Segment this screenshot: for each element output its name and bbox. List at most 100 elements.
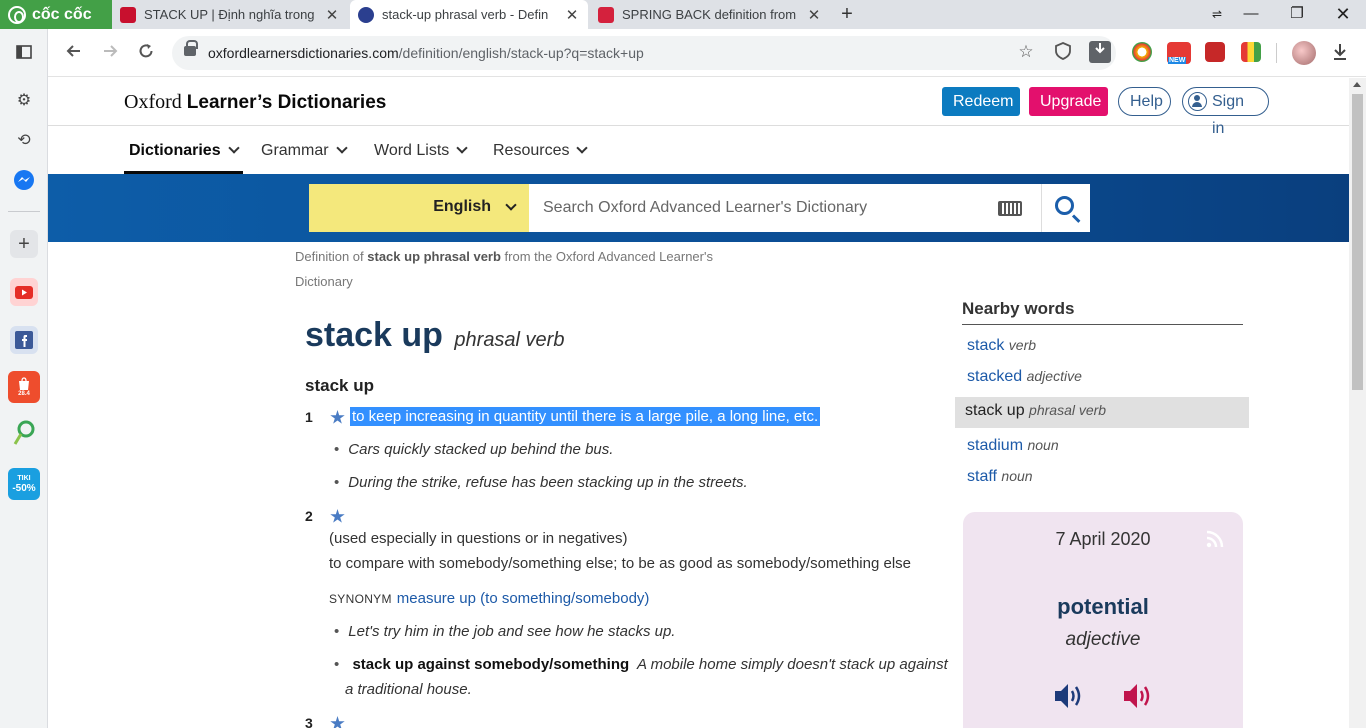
bookmark-star-icon[interactable]: ☆ [1016,42,1036,62]
oxford-3000-star-icon[interactable] [330,716,345,728]
downloads-icon[interactable] [1330,43,1350,63]
dictionary-search-input[interactable] [529,184,1041,232]
nearby-word: stacked [967,368,1023,385]
wotd-word[interactable]: potential [963,594,1243,620]
close-tab-icon[interactable]: ✕ [564,6,580,24]
rss-icon[interactable] [1206,530,1224,548]
youtube-icon[interactable] [10,278,38,306]
chevron-down-icon [576,142,589,154]
nav-resources[interactable]: Resources [488,127,591,174]
part-of-speech: phrasal verb [454,329,565,351]
chevron-down-icon [335,142,348,154]
word-of-the-day-card: 7 April 2020 potential adjective [963,512,1243,728]
minimize-button[interactable]: — [1228,0,1274,29]
add-shortcut-icon[interactable]: + [10,230,38,258]
close-tab-icon[interactable]: ✕ [806,6,822,24]
tab-stack-up-vi[interactable]: STACK UP | Định nghĩa trong ✕ [112,0,348,29]
synonym-label: SYNONYM [329,592,392,606]
nearby-item[interactable]: stacked adjective [967,368,1082,386]
nearby-item[interactable]: stadium noun [967,437,1059,455]
cambridge-favicon-icon [120,6,136,23]
nearby-words-heading: Nearby words [962,299,1243,325]
search-icon [1055,196,1074,215]
facebook-icon[interactable] [10,326,38,354]
forward-button[interactable] [96,39,124,67]
chrome-extension-icon[interactable] [1132,42,1152,62]
profile-avatar[interactable] [1292,41,1316,65]
keyboard-icon[interactable] [998,201,1022,216]
scrollbar-thumb[interactable] [1352,94,1363,390]
tab-spring-back[interactable]: SPRING BACK definition from ✕ [590,0,830,29]
back-button[interactable] [60,39,88,67]
settings-icon[interactable]: ⚙ [10,86,38,114]
sense-number: 2 [305,508,313,524]
page-scrollbar[interactable] [1349,78,1366,728]
site-logo[interactable]: Oxford Learner’s Dictionaries [124,91,386,114]
oxford-favicon-icon [358,6,374,23]
red-extension-icon[interactable] [1205,42,1225,62]
us-pronunciation-speaker-icon[interactable] [1121,680,1153,712]
uk-pronunciation-speaker-icon[interactable] [1052,680,1084,712]
toggle-panel-icon[interactable] [10,38,38,66]
nearby-item-current: stack up phrasal verb [955,397,1249,428]
history-icon[interactable]: ⟲ [10,126,38,154]
nearby-item[interactable]: stack verb [967,337,1036,355]
coccoc-brand[interactable]: cốc cốc [0,0,112,29]
sense-number: 1 [305,409,313,425]
help-button[interactable]: Help [1118,87,1171,116]
oxford-3000-star-icon[interactable] [330,410,345,424]
adblock-shield-icon[interactable] [1053,42,1073,62]
tiki-icon[interactable]: TIKI -50% [8,468,40,500]
nav-label: Resources [493,142,570,159]
tab-stack-up-oxford[interactable]: stack-up phrasal verb - Defin ✕ [350,0,588,29]
web-page: Oxford Learner’s Dictionaries Redeem Upg… [48,78,1349,728]
nav-grammar[interactable]: Grammar [256,127,351,174]
collocation-example: • stack up against somebody/something A … [334,656,948,673]
url-host: oxfordlearnersdictionaries.com [208,45,399,61]
coccoc-app-icon[interactable] [10,419,38,447]
redeem-button[interactable]: Redeem [942,87,1020,116]
url-text[interactable]: oxfordlearnersdictionaries.com/definitio… [208,45,644,61]
oxford-3000-star-icon[interactable] [330,509,345,523]
brand-name: cốc cốc [32,5,92,23]
collocation-example-cont: a traditional house. [345,681,472,698]
messenger-icon[interactable] [10,166,38,194]
download-save-icon[interactable] [1089,41,1111,63]
new-extension-icon[interactable]: NEW [1167,42,1191,64]
language-select[interactable]: English [309,184,529,232]
upgrade-button[interactable]: Upgrade [1029,87,1108,116]
restore-button[interactable]: ❐ [1274,0,1320,29]
example-text: A mobile home simply doesn't stack up ag… [636,656,948,673]
color-extension-icon[interactable] [1241,42,1261,62]
close-window-button[interactable]: ✕ [1320,0,1366,29]
search-button[interactable] [1041,184,1090,232]
scroll-up-arrow-icon[interactable] [1353,82,1361,87]
search-band: English [48,174,1349,242]
phrase-heading: stack up [305,376,374,395]
close-tab-icon[interactable]: ✕ [324,6,340,24]
collins-favicon-icon [598,6,614,23]
example-sentence: • Let's try him in the job and see how he… [334,623,676,640]
nearby-pos: noun [1001,468,1033,484]
collocation-pattern: stack up against somebody/something [352,656,630,673]
sidebar-divider [8,211,40,212]
nav-word-lists[interactable]: Word Lists [369,127,471,174]
nearby-words: Nearby words stack verb stacked adjectiv… [955,299,1249,485]
nav-label: Word Lists [374,142,450,159]
synonym-link[interactable]: measure up (to something/somebody) [397,590,650,607]
reload-button[interactable] [132,39,160,67]
nav-dictionaries[interactable]: Dictionaries [124,127,243,174]
new-tab-button[interactable]: + [836,3,858,25]
headword: stack up phrasal verb [305,316,564,355]
url-path: /definition/english/stack-up?q=stack+up [398,45,644,61]
shopee-badge: 28.4 [18,390,30,397]
sign-in-button[interactable]: Sign in [1182,87,1269,137]
example-text: Let's try him in the job and see how he … [348,623,676,640]
sense-definition: to compare with somebody/something else;… [329,555,911,572]
address-bar[interactable]: oxfordlearnersdictionaries.com/definitio… [172,36,1116,70]
lock-icon[interactable] [184,40,198,56]
main-nav: Dictionaries Grammar Word Lists Resource… [48,127,1349,174]
shopee-icon[interactable]: 28.4 [8,371,40,403]
nearby-word: stack [967,337,1005,354]
nearby-item[interactable]: staff noun [967,468,1033,486]
